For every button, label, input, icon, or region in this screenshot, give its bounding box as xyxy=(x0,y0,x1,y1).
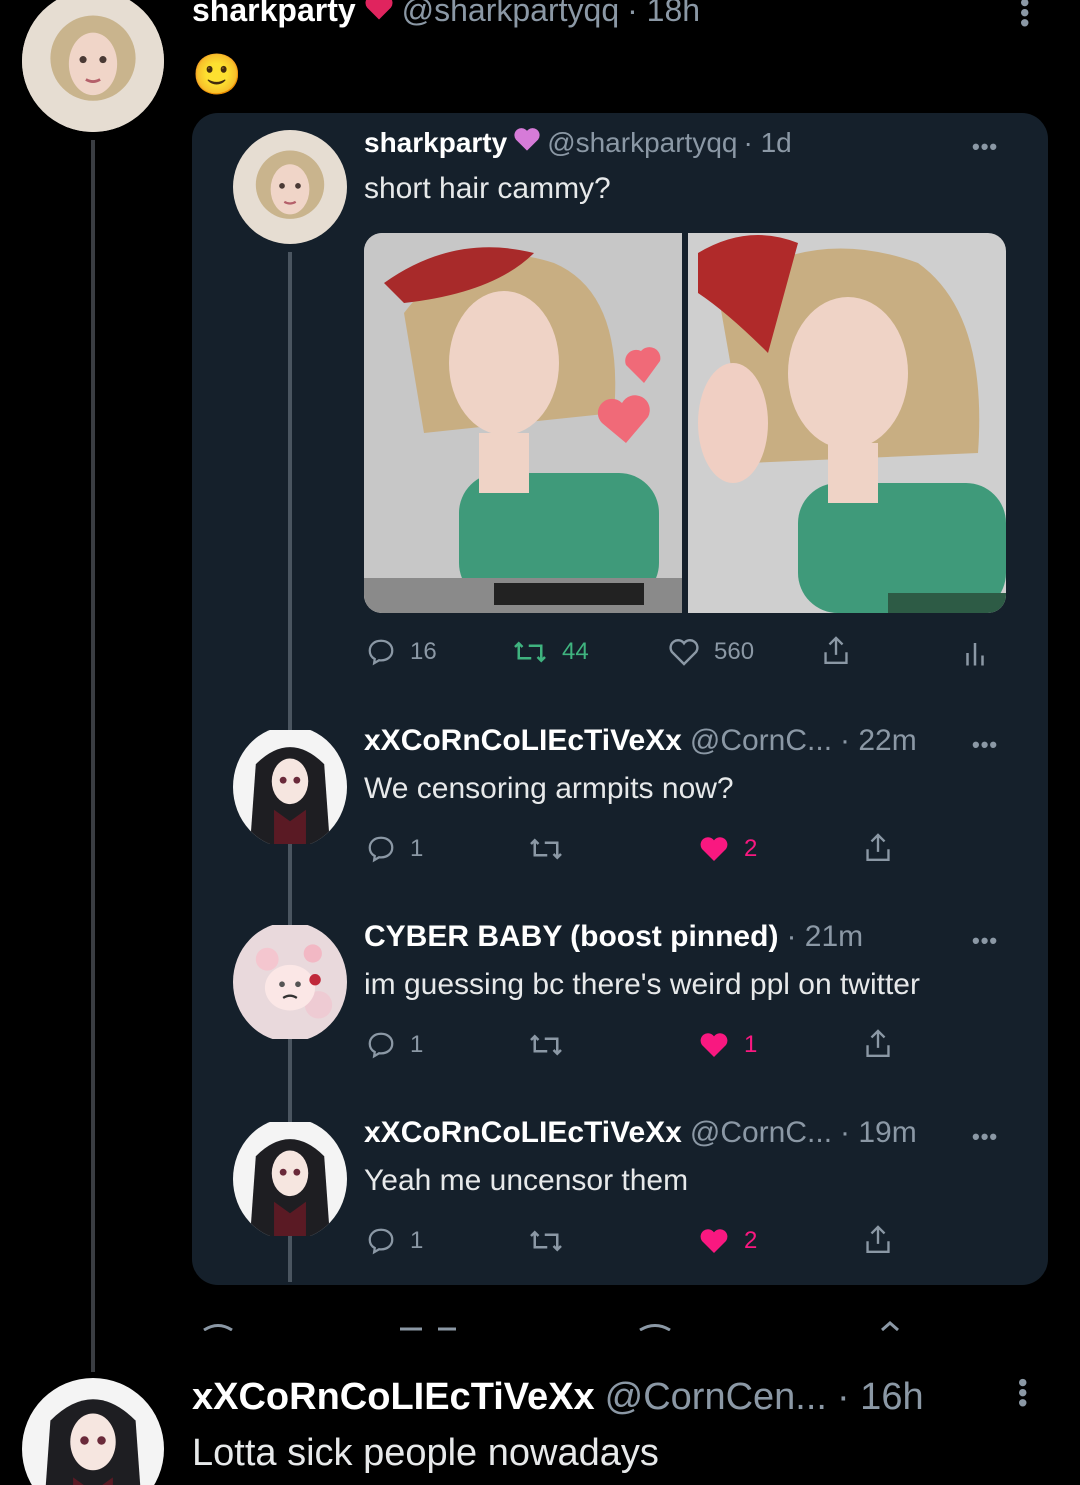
reply-1-text: We censoring armpits now? xyxy=(364,772,734,805)
top-handle[interactable]: @sharkpartyqq xyxy=(402,0,619,29)
reply-3-avatar[interactable] xyxy=(233,1118,347,1240)
like-filled-icon xyxy=(700,1229,728,1253)
bottom-avatar[interactable] xyxy=(22,1378,164,1485)
reply-1-display-name[interactable]: xXCoRnCoLIEcTiVeXx xyxy=(364,724,682,758)
reply-2-reply-action[interactable]: 1 xyxy=(366,1030,423,1060)
reply-1-retweet-action[interactable] xyxy=(528,834,564,864)
reply-2-time: · 21m xyxy=(786,920,864,953)
reply-2-header: CYBER BABY (boost pinned) · 21m xyxy=(364,920,863,954)
bottom-tweet-text: Lotta sick people nowadays xyxy=(192,1432,659,1474)
bottom-display-name[interactable]: xXCoRnCoLIEcTiVeXx xyxy=(192,1376,595,1419)
retweet-icon xyxy=(530,1230,562,1252)
reply-3-text: Yeah me uncensor them xyxy=(364,1164,689,1197)
quoted-time: · 1d xyxy=(743,126,792,158)
reply-icon xyxy=(368,1228,394,1255)
reply-3-header: xXCoRnCoLIEcTiVeXx @CornC... · 19m xyxy=(364,1116,917,1150)
quoted-header: sharkparty @sharkpartyqq · 1d xyxy=(364,126,792,159)
reply-2-like-action[interactable]: 1 xyxy=(698,1030,757,1060)
share-icon xyxy=(866,833,890,861)
reply-1-time: · 22m xyxy=(840,724,917,757)
reply-1-avatar[interactable] xyxy=(233,726,347,848)
quoted-reply-action[interactable]: 16 xyxy=(366,637,437,667)
share-icon xyxy=(866,1029,890,1057)
quoted-retweet-action[interactable]: 44 xyxy=(512,637,589,667)
reply-3-reply-count: 1 xyxy=(410,1227,424,1254)
heart-badge-icon xyxy=(364,0,394,29)
top-avatar[interactable] xyxy=(22,0,164,132)
reply-2-avatar[interactable] xyxy=(233,922,347,1042)
reply-2-like-count: 1 xyxy=(744,1031,758,1058)
quoted-handle[interactable]: @sharkpartyqq xyxy=(547,127,737,159)
reply-3-retweet-action[interactable] xyxy=(528,1226,564,1256)
reply-3-time: · 19m xyxy=(840,1116,917,1149)
bottom-handle[interactable]: @CornCen... xyxy=(605,1376,827,1419)
reply-3-like-action[interactable]: 2 xyxy=(698,1226,757,1256)
top-tweet-actions-peek xyxy=(200,1318,900,1332)
like-filled-icon xyxy=(700,1033,728,1057)
quoted-display-name[interactable]: sharkparty xyxy=(364,127,507,159)
reply-3-handle[interactable]: @CornC... xyxy=(690,1116,832,1150)
bottom-tweet-header: xXCoRnCoLIEcTiVeXx @CornCen... · 16h xyxy=(192,1376,924,1419)
reply-1-like-action[interactable]: 2 xyxy=(698,834,757,864)
reply-1-reply-count: 1 xyxy=(410,835,424,862)
like-filled-icon xyxy=(700,837,728,861)
top-more-icon[interactable]: ••• xyxy=(1010,0,1040,28)
quoted-like-count: 560 xyxy=(714,638,755,665)
share-icon xyxy=(824,636,848,664)
quoted-photo-1[interactable] xyxy=(364,233,682,613)
quoted-photo-2[interactable] xyxy=(688,233,1006,613)
quoted-analytics-action[interactable] xyxy=(962,638,988,668)
quoted-more-icon[interactable]: ••• xyxy=(972,134,998,160)
retweet-icon xyxy=(514,641,546,663)
reply-icon xyxy=(368,1032,394,1059)
top-tweet-emoji: 🙂 xyxy=(192,53,242,97)
quoted-reply-count: 16 xyxy=(410,638,437,665)
quoted-text: short hair cammy? xyxy=(364,172,611,205)
quoted-retweet-count: 44 xyxy=(562,638,589,665)
reply-3-reply-action[interactable]: 1 xyxy=(366,1226,423,1256)
reply-3-share-action[interactable] xyxy=(862,1223,894,1257)
reply-icon xyxy=(368,639,394,666)
bottom-time: · 16h xyxy=(836,1376,924,1418)
like-outline-icon xyxy=(669,639,699,666)
reply-1-header: xXCoRnCoLIEcTiVeXx @CornC... · 22m xyxy=(364,724,917,758)
bottom-more-icon[interactable]: ••• xyxy=(1008,1378,1038,1408)
reply-2-display-name[interactable]: CYBER BABY (boost pinned) xyxy=(364,920,778,954)
reply-2-reply-count: 1 xyxy=(410,1031,424,1058)
reply-1-handle[interactable]: @CornC... xyxy=(690,724,832,758)
share-icon xyxy=(866,1225,890,1253)
reply-2-text: im guessing bc there's weird ppl on twit… xyxy=(364,968,920,1001)
top-display-name[interactable]: sharkparty xyxy=(192,0,356,29)
reply-2-share-action[interactable] xyxy=(862,1027,894,1061)
reply-1-like-count: 2 xyxy=(744,835,758,862)
reply-1-more-icon[interactable]: ••• xyxy=(972,732,998,758)
reply-2-retweet-action[interactable] xyxy=(528,1030,564,1060)
reply-2-more-icon[interactable]: ••• xyxy=(972,928,998,954)
reply-icon xyxy=(368,836,394,863)
retweet-icon xyxy=(530,1034,562,1056)
reply-1-share-action[interactable] xyxy=(862,831,894,865)
retweet-icon xyxy=(530,838,562,860)
thread-line-main xyxy=(91,140,95,1372)
heart-badge-icon xyxy=(513,126,541,159)
quoted-avatar[interactable] xyxy=(233,130,347,244)
reply-1-reply-action[interactable]: 1 xyxy=(366,834,423,864)
analytics-icon xyxy=(966,643,984,666)
quoted-share-action[interactable] xyxy=(820,634,852,668)
reply-3-more-icon[interactable]: ••• xyxy=(972,1124,998,1150)
top-tweet-header: sharkparty @sharkpartyqq · 18h xyxy=(192,0,700,29)
top-time: · 18h xyxy=(627,0,701,28)
reply-3-display-name[interactable]: xXCoRnCoLIEcTiVeXx xyxy=(364,1116,682,1150)
quoted-like-action[interactable]: 560 xyxy=(668,637,754,667)
reply-3-like-count: 2 xyxy=(744,1227,758,1254)
